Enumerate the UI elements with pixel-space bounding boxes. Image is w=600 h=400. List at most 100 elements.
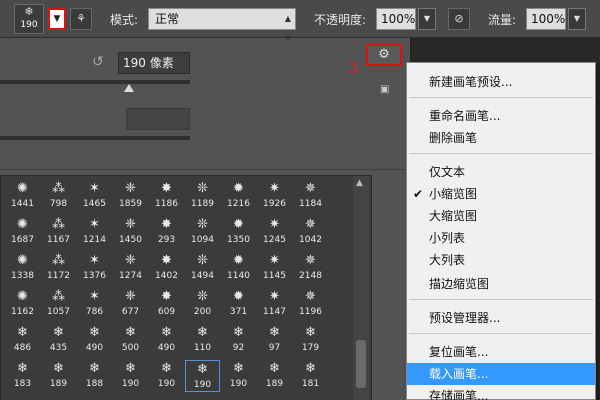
brush-preset-cell[interactable]: ✹ 1350 — [221, 216, 256, 248]
brush-preset-cell[interactable]: ❄ 92 — [221, 324, 256, 356]
brush-preset-preview[interactable]: ❄ 190 — [14, 4, 44, 34]
flow-input[interactable]: 100% — [526, 8, 566, 30]
menu-item[interactable]: 描边缩览图 — [407, 273, 595, 295]
brush-size-number: 609 — [157, 307, 176, 317]
menu-item[interactable]: 删除画笔 — [407, 127, 595, 149]
size-input[interactable]: 190 像素 — [118, 52, 190, 74]
brush-preset-cell[interactable]: ✵ 2148 — [293, 252, 328, 284]
brush-preset-cell[interactable]: ❄ 188 — [77, 360, 112, 392]
brush-preset-cell[interactable]: ✷ 1245 — [257, 216, 292, 248]
brush-size-number: 1687 — [11, 235, 34, 245]
brush-preset-cell[interactable]: ❈ 677 — [113, 288, 148, 320]
menu-item[interactable]: 存储画笔... — [407, 385, 595, 400]
brush-preset-cell[interactable]: ❄ 181 — [293, 360, 328, 392]
menu-item[interactable]: 载入画笔... — [407, 363, 595, 385]
menu-item[interactable]: 复位画笔... — [407, 341, 595, 363]
brush-preset-cell[interactable]: ❄ 486 — [5, 324, 40, 356]
brush-preset-cell[interactable]: ❈ 1859 — [113, 180, 148, 212]
brush-preset-cell[interactable]: ⁂ 1057 — [41, 288, 76, 320]
brush-preset-cell[interactable]: ✹ 1140 — [221, 252, 256, 284]
brush-tip-icon: ✸ — [161, 289, 172, 304]
brush-preset-cell[interactable]: ✶ 1376 — [77, 252, 112, 284]
brush-preset-cell[interactable]: ❄ 189 — [257, 360, 292, 392]
brush-preset-cell[interactable]: ❄ 190 — [149, 360, 184, 392]
size-slider-handle[interactable] — [124, 84, 134, 92]
brush-preset-cell[interactable]: ✺ 1687 — [5, 216, 40, 248]
menu-item[interactable]: 新建画笔预设... — [407, 71, 595, 93]
brush-preset-cell[interactable]: ❄ 500 — [113, 324, 148, 356]
brush-tip-icon: ✺ — [17, 181, 28, 196]
brush-size-number: 1859 — [119, 199, 142, 209]
brush-size-number: 490 — [85, 343, 104, 353]
opacity-dropdown-button[interactable]: ▼ — [418, 8, 436, 30]
brush-preset-cell[interactable]: ❈ 1450 — [113, 216, 148, 248]
brush-preset-cell[interactable]: ✸ 293 — [149, 216, 184, 248]
brush-preset-cell[interactable]: ❊ 1094 — [185, 216, 220, 248]
menu-item[interactable]: 小列表 — [407, 227, 595, 249]
menu-item[interactable]: 大列表 — [407, 249, 595, 271]
brush-preset-cell[interactable]: ❄ 183 — [5, 360, 40, 392]
scroll-thumb[interactable] — [356, 340, 366, 388]
brush-preset-cell[interactable]: ✷ 1147 — [257, 288, 292, 320]
scroll-up-icon[interactable]: ▲ — [356, 178, 363, 188]
brush-preset-cell[interactable]: ✸ 1186 — [149, 180, 184, 212]
brush-preset-cell[interactable]: ❊ 200 — [185, 288, 220, 320]
brush-preset-cell[interactable]: ✶ 1465 — [77, 180, 112, 212]
brush-preset-cell[interactable]: ⁂ 1167 — [41, 216, 76, 248]
brush-preset-cell[interactable]: ✺ 1441 — [5, 180, 40, 212]
brush-preset-cell[interactable]: ✸ 1402 — [149, 252, 184, 284]
brush-preset-cell[interactable]: ❄ 490 — [149, 324, 184, 356]
brush-preset-cell[interactable]: ✵ 1042 — [293, 216, 328, 248]
brush-tip-icon: ❄ — [89, 361, 100, 376]
menu-item[interactable]: ✔ 小缩览图 — [407, 183, 595, 205]
brush-preset-cell[interactable]: ❄ 110 — [185, 324, 220, 356]
brush-preset-cell[interactable]: ❊ 1189 — [185, 180, 220, 212]
brush-panel-toggle-icon[interactable]: ⚘ — [70, 8, 92, 30]
brush-preset-cell[interactable]: ✸ 609 — [149, 288, 184, 320]
hardness-slider-track[interactable] — [0, 136, 190, 140]
brush-preset-cell[interactable]: ✶ 1214 — [77, 216, 112, 248]
brush-preset-cell[interactable]: ⁂ 798 — [41, 180, 76, 212]
hardness-input[interactable] — [126, 108, 190, 130]
brush-preset-cell[interactable]: ❄ 189 — [41, 360, 76, 392]
brush-tip-icon: ❈ — [125, 289, 136, 304]
brush-tip-icon: ❈ — [125, 217, 136, 232]
brush-preset-cell[interactable]: ❄ 179 — [293, 324, 328, 356]
brush-preset-cell[interactable]: ❄ 190 — [113, 360, 148, 392]
brush-preset-cell[interactable]: ✵ 1184 — [293, 180, 328, 212]
brush-picker-dropdown-button[interactable]: ▼ — [48, 8, 66, 30]
brush-preset-cell[interactable]: ✹ 371 — [221, 288, 256, 320]
gear-icon[interactable]: ⚙ — [366, 44, 402, 66]
brush-preset-cell[interactable]: ✷ 1145 — [257, 252, 292, 284]
reset-size-icon[interactable]: ↺ — [92, 54, 104, 70]
brush-tip-icon: ✵ — [305, 289, 316, 304]
brush-preset-cell[interactable]: ❈ 1274 — [113, 252, 148, 284]
brush-preset-cell[interactable]: ✹ 1216 — [221, 180, 256, 212]
brush-preset-cell[interactable]: ❄ 97 — [257, 324, 292, 356]
brush-preset-cell[interactable]: ✵ 1196 — [293, 288, 328, 320]
new-preset-icon[interactable]: ▣ — [380, 84, 389, 95]
brush-preset-cell[interactable]: ✷ 1926 — [257, 180, 292, 212]
brush-preset-cell[interactable]: ⁂ 1172 — [41, 252, 76, 284]
menu-item[interactable]: 重命名画笔... — [407, 105, 595, 127]
brush-tip-icon: ❄ — [125, 361, 136, 376]
flow-dropdown-button[interactable]: ▼ — [568, 8, 586, 30]
brush-preset-cell[interactable]: ❄ 490 — [77, 324, 112, 356]
brush-tip-icon: ❄ — [233, 325, 244, 340]
brush-preset-cell[interactable]: ✶ 786 — [77, 288, 112, 320]
brush-preset-cell[interactable]: ✺ 1338 — [5, 252, 40, 284]
opacity-input[interactable]: 100% — [376, 8, 416, 30]
mode-select[interactable]: 正常 ▲ ▼ — [148, 8, 296, 43]
brush-preset-cell[interactable]: ❄ 190 — [185, 360, 220, 392]
brush-preset-cell[interactable]: ✺ 1162 — [5, 288, 40, 320]
menu-item[interactable]: 预设管理器... — [407, 307, 595, 329]
mode-value: 正常 — [155, 12, 180, 26]
brush-preset-cell[interactable]: ❊ 1494 — [185, 252, 220, 284]
menu-item[interactable]: 仅文本 — [407, 161, 595, 183]
grid-scrollbar[interactable]: ▲ — [353, 176, 369, 400]
brush-preset-cell[interactable]: ❄ 190 — [221, 360, 256, 392]
size-slider-track[interactable] — [0, 80, 190, 84]
menu-item[interactable]: 大缩览图 — [407, 205, 595, 227]
pressure-opacity-icon[interactable]: ⊘ — [448, 8, 470, 30]
brush-preset-cell[interactable]: ❄ 435 — [41, 324, 76, 356]
